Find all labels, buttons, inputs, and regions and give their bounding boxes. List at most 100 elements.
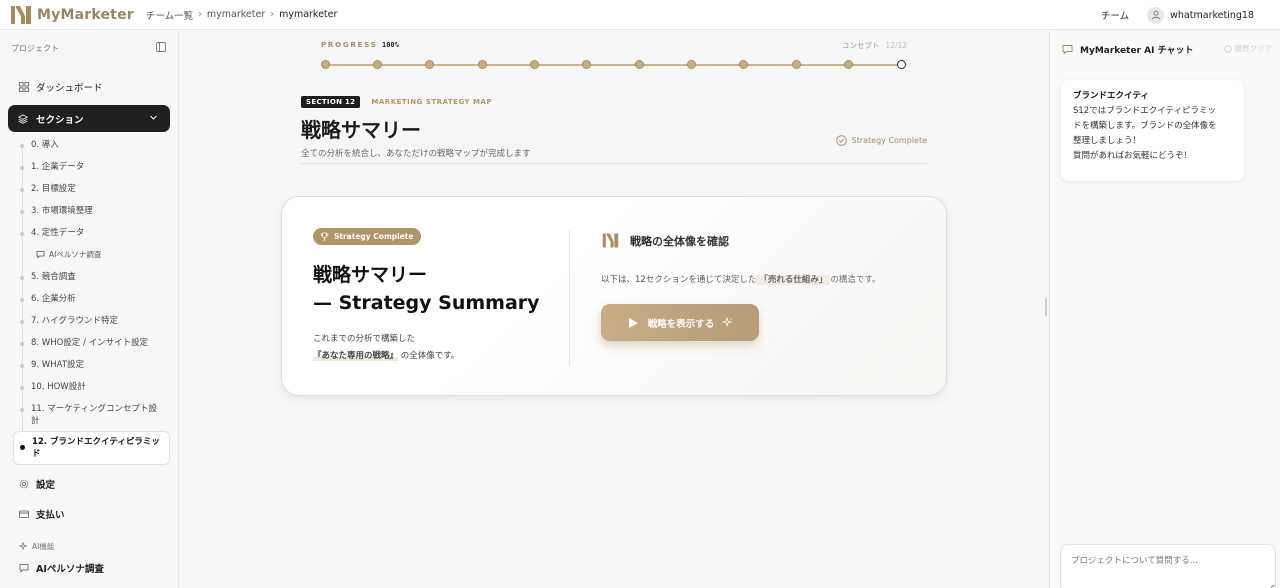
clear-history-button[interactable]: 履歴クリア	[1223, 43, 1273, 54]
progress-label: PROGRESS	[321, 41, 378, 49]
main-content: PROGRESS 100% コンセプト 12/12 SECTION 12 MARK…	[180, 31, 1048, 588]
progress-percent: 100%	[382, 41, 399, 49]
show-strategy-button[interactable]: 戦略を表示する	[601, 304, 759, 341]
right-description: 以下は、12セクションを通じて決定した 「売れる仕組み」 の構造です。	[601, 273, 881, 285]
sidebar-item-dashboard[interactable]: ダッシュボード	[0, 72, 178, 102]
logo-text: MyMarketer	[37, 6, 134, 23]
chat-icon	[1062, 44, 1073, 55]
status-text: Strategy Complete	[851, 136, 927, 145]
page-title: 戦略サマリー	[301, 118, 421, 142]
username: whatmarketing18	[1170, 9, 1254, 21]
progress-step-label: コンセプト	[841, 41, 880, 50]
ai-label-text: AI機能	[32, 541, 55, 551]
progress-step-dot[interactable]	[896, 60, 906, 69]
section-item[interactable]: 11. マーケティングコンセプト設計	[0, 403, 160, 427]
section-item-active[interactable]: 12. ブランドエクイティピラミッド	[13, 431, 170, 465]
progress-step-dot[interactable]	[529, 60, 539, 69]
progress-step-dot[interactable]	[634, 60, 644, 69]
breadcrumb-team[interactable]: mymarketer	[207, 9, 265, 20]
sparkle-icon	[19, 542, 27, 550]
chat-bubble-icon	[36, 250, 45, 263]
user-menu[interactable]: whatmarketing18	[1147, 6, 1254, 24]
section-header: SECTION 12 MARKETING STRATEGY MAP 戦略サマリー…	[301, 89, 927, 164]
header-right: チーム whatmarketing18	[1101, 0, 1254, 30]
clear-history-label: 履歴クリア	[1234, 44, 1273, 53]
sidebar-item-label: 設定	[36, 480, 56, 491]
chevron-right-icon: ›	[198, 9, 202, 20]
card-desc-line2: 『あなた専用の戦略』 の全体像です。	[313, 348, 459, 365]
sidebar-item-label: ダッシュボード	[36, 83, 103, 94]
team-link[interactable]: チーム	[1101, 8, 1129, 22]
sidebar-item-billing[interactable]: 支払い	[0, 499, 178, 529]
gear-icon	[19, 479, 29, 489]
section-item[interactable]: 7. ハイグラウンド特定	[0, 315, 178, 327]
section-tag: SECTION 12	[301, 96, 361, 108]
progress-step-dot[interactable]	[844, 60, 854, 69]
progress-step-dot[interactable]	[320, 60, 330, 69]
collapse-sidebar-icon[interactable]	[156, 42, 166, 54]
section-item[interactable]: 0. 導入	[0, 139, 178, 151]
progress-step-dot[interactable]	[372, 60, 382, 69]
chat-title: MyMarketer AI チャット	[1080, 45, 1194, 56]
chevron-down-icon	[149, 113, 158, 125]
progress-step-dot[interactable]	[791, 60, 801, 69]
chat-resize-handle[interactable]	[1045, 298, 1047, 316]
sidebar-header: プロジェクト	[0, 31, 178, 65]
card-desc-line1: これまでの分析で構築した	[313, 334, 416, 344]
chat-input[interactable]	[1060, 544, 1276, 588]
chat-message-line: ドを構築します。ブランドの全体像を	[1073, 121, 1217, 131]
section-list: 0. 導入 1. 企業データ 2. 目標設定 3. 市場環境整理 4. 定性デー…	[0, 139, 178, 465]
chat-message-line: 整理しましょう！	[1073, 136, 1142, 146]
section-item[interactable]: 8. WHO設定 / インサイト設定	[0, 337, 178, 349]
sidebar: プロジェクト ダッシュボード セクション 0. 導入 1. 企業データ 2. 目…	[0, 31, 179, 588]
progress-step-dot[interactable]	[582, 60, 592, 69]
card-title-line1: 戦略サマリー	[313, 264, 428, 286]
chat-message-line: S12ではブランドエクイティピラミッ	[1073, 106, 1217, 116]
logo-mark-icon	[602, 232, 619, 249]
app-logo[interactable]: MyMarketer	[10, 4, 134, 26]
top-header: MyMarketer チーム一覧 › mymarketer › mymarket…	[0, 0, 1280, 30]
play-icon	[627, 317, 639, 329]
credit-card-icon	[19, 509, 29, 519]
check-circle-icon	[835, 135, 847, 146]
card-title: 戦略サマリー — Strategy Summary	[313, 261, 540, 317]
section-item[interactable]: 1. 企業データ	[0, 161, 178, 173]
card-title-line2: — Strategy Summary	[313, 292, 540, 314]
complete-badge: Strategy Complete	[313, 228, 422, 245]
section-item[interactable]: 4. 定性データ	[0, 227, 178, 239]
section-item[interactable]: 3. 市場環境整理	[0, 205, 178, 217]
chat-message-title: ブランドエクイティ	[1073, 91, 1149, 101]
right-desc-highlight: 「売れる仕組み」	[756, 275, 831, 285]
logo-mark-icon	[10, 4, 32, 26]
chat-message: ブランドエクイティ S12ではブランドエクイティピラミッ ドを構築します。ブラン…	[1061, 80, 1244, 181]
breadcrumb: チーム一覧 › mymarketer › mymarketer	[146, 8, 338, 22]
sidebar-item-sections[interactable]: セクション	[8, 105, 170, 132]
section-subitem[interactable]: AIペルソナ調査	[0, 249, 178, 261]
card-divider	[569, 230, 570, 366]
clear-icon	[1223, 44, 1232, 53]
sidebar-item-label: 支払い	[36, 510, 65, 521]
progress-step-dot[interactable]	[687, 60, 697, 69]
sidebar-item-ai-persona[interactable]: AIペルソナ調査	[0, 555, 178, 581]
summary-card: Strategy Complete 戦略サマリー — Strategy Summ…	[281, 196, 947, 396]
section-item[interactable]: 6. 企業分析	[0, 293, 178, 305]
section-item[interactable]: 10. HOW設計	[0, 381, 178, 393]
sparkle-icon	[722, 317, 733, 328]
section-item[interactable]: 2. 目標設定	[0, 183, 178, 195]
sidebar-item-settings[interactable]: 設定	[0, 469, 178, 499]
progress-step-dot[interactable]	[425, 60, 435, 69]
progress-step-dot[interactable]	[477, 60, 487, 69]
chat-message-line: 質問があればお気軽にどうぞ！	[1073, 151, 1193, 161]
progress-bar: PROGRESS 100% コンセプト 12/12	[320, 38, 907, 69]
sidebar-item-label: AIペルソナ調査	[36, 564, 104, 575]
show-strategy-label: 戦略を表示する	[647, 318, 715, 330]
dashboard-icon	[19, 82, 29, 92]
breadcrumb-teams[interactable]: チーム一覧	[146, 8, 193, 22]
card-description: これまでの分析で構築した 『あなた専用の戦略』 の全体像です。	[313, 331, 459, 365]
breadcrumb-project: mymarketer	[279, 9, 338, 20]
badge-text: Strategy Complete	[334, 232, 414, 241]
section-item[interactable]: 9. WHAT設定	[0, 359, 178, 371]
progress-step-dot[interactable]	[739, 60, 749, 69]
section-item[interactable]: 5. 競合調査	[0, 271, 178, 283]
chevron-right-icon: ›	[270, 9, 275, 20]
